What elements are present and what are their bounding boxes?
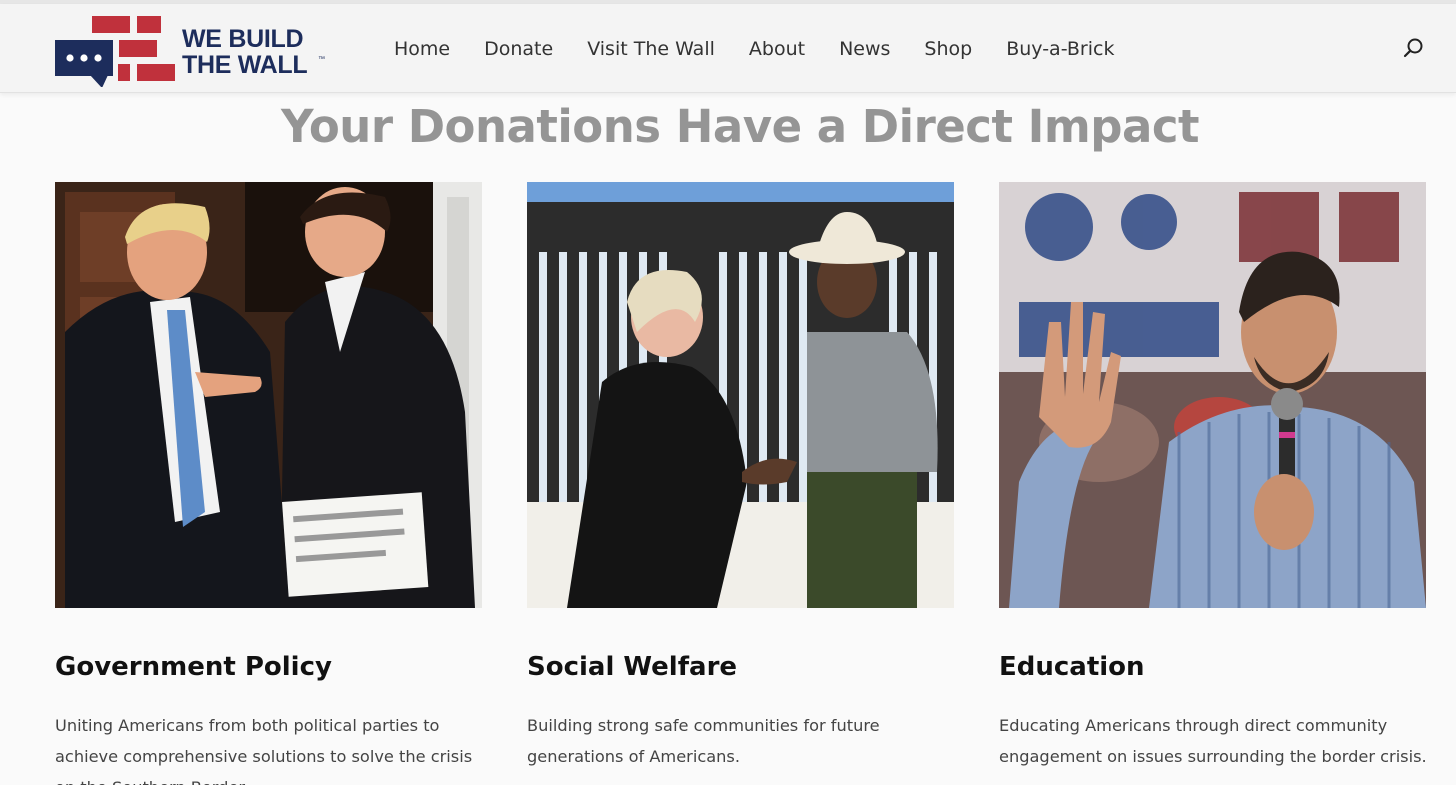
card-title: Government Policy <box>55 652 332 682</box>
photo-man-speaking-with-microphone <box>999 182 1426 608</box>
card-social-welfare: Social Welfare Building strong safe comm… <box>527 182 954 766</box>
photo-handshake-at-border-wall <box>527 182 954 608</box>
nav-home[interactable]: Home <box>377 38 467 60</box>
nav-news[interactable]: News <box>822 38 907 60</box>
card-description: Uniting Americans from both political pa… <box>55 716 473 785</box>
card-description: Educating Americans through direct commu… <box>999 716 1427 766</box>
search-button[interactable] <box>1400 34 1426 62</box>
card-title: Education <box>999 652 1145 682</box>
logo-wordmark: WE BUILD THE WALL ™ <box>182 25 325 79</box>
card-government-policy: Government Policy Uniting Americans from… <box>55 182 482 785</box>
nav-donate[interactable]: Donate <box>467 38 570 60</box>
card-description: Building strong safe communities for fut… <box>527 716 880 766</box>
nav-visit-the-wall[interactable]: Visit The Wall <box>570 38 732 60</box>
site-header: WE BUILD THE WALL ™ Home Donate Visit Th… <box>0 4 1456 93</box>
nav-about[interactable]: About <box>732 38 822 60</box>
card-education: Education Educating Americans through di… <box>999 182 1427 766</box>
logo-line-2: THE WALL <box>182 51 308 79</box>
section-heading: Your Donations Have a Direct Impact <box>280 100 1200 153</box>
logo-brick-speech-icon <box>55 16 175 87</box>
nav-shop[interactable]: Shop <box>907 38 989 60</box>
nav-buy-a-brick[interactable]: Buy-a-Brick <box>989 38 1131 60</box>
card-title: Social Welfare <box>527 652 738 682</box>
logo-trademark: ™ <box>318 56 325 63</box>
logo-line-1: WE BUILD <box>182 25 304 53</box>
photo-two-men-in-suits <box>55 182 482 608</box>
main-nav: Home Donate Visit The Wall About News Sh… <box>377 4 1131 93</box>
site-logo[interactable]: WE BUILD THE WALL ™ <box>54 11 325 87</box>
search-icon <box>1403 38 1423 58</box>
